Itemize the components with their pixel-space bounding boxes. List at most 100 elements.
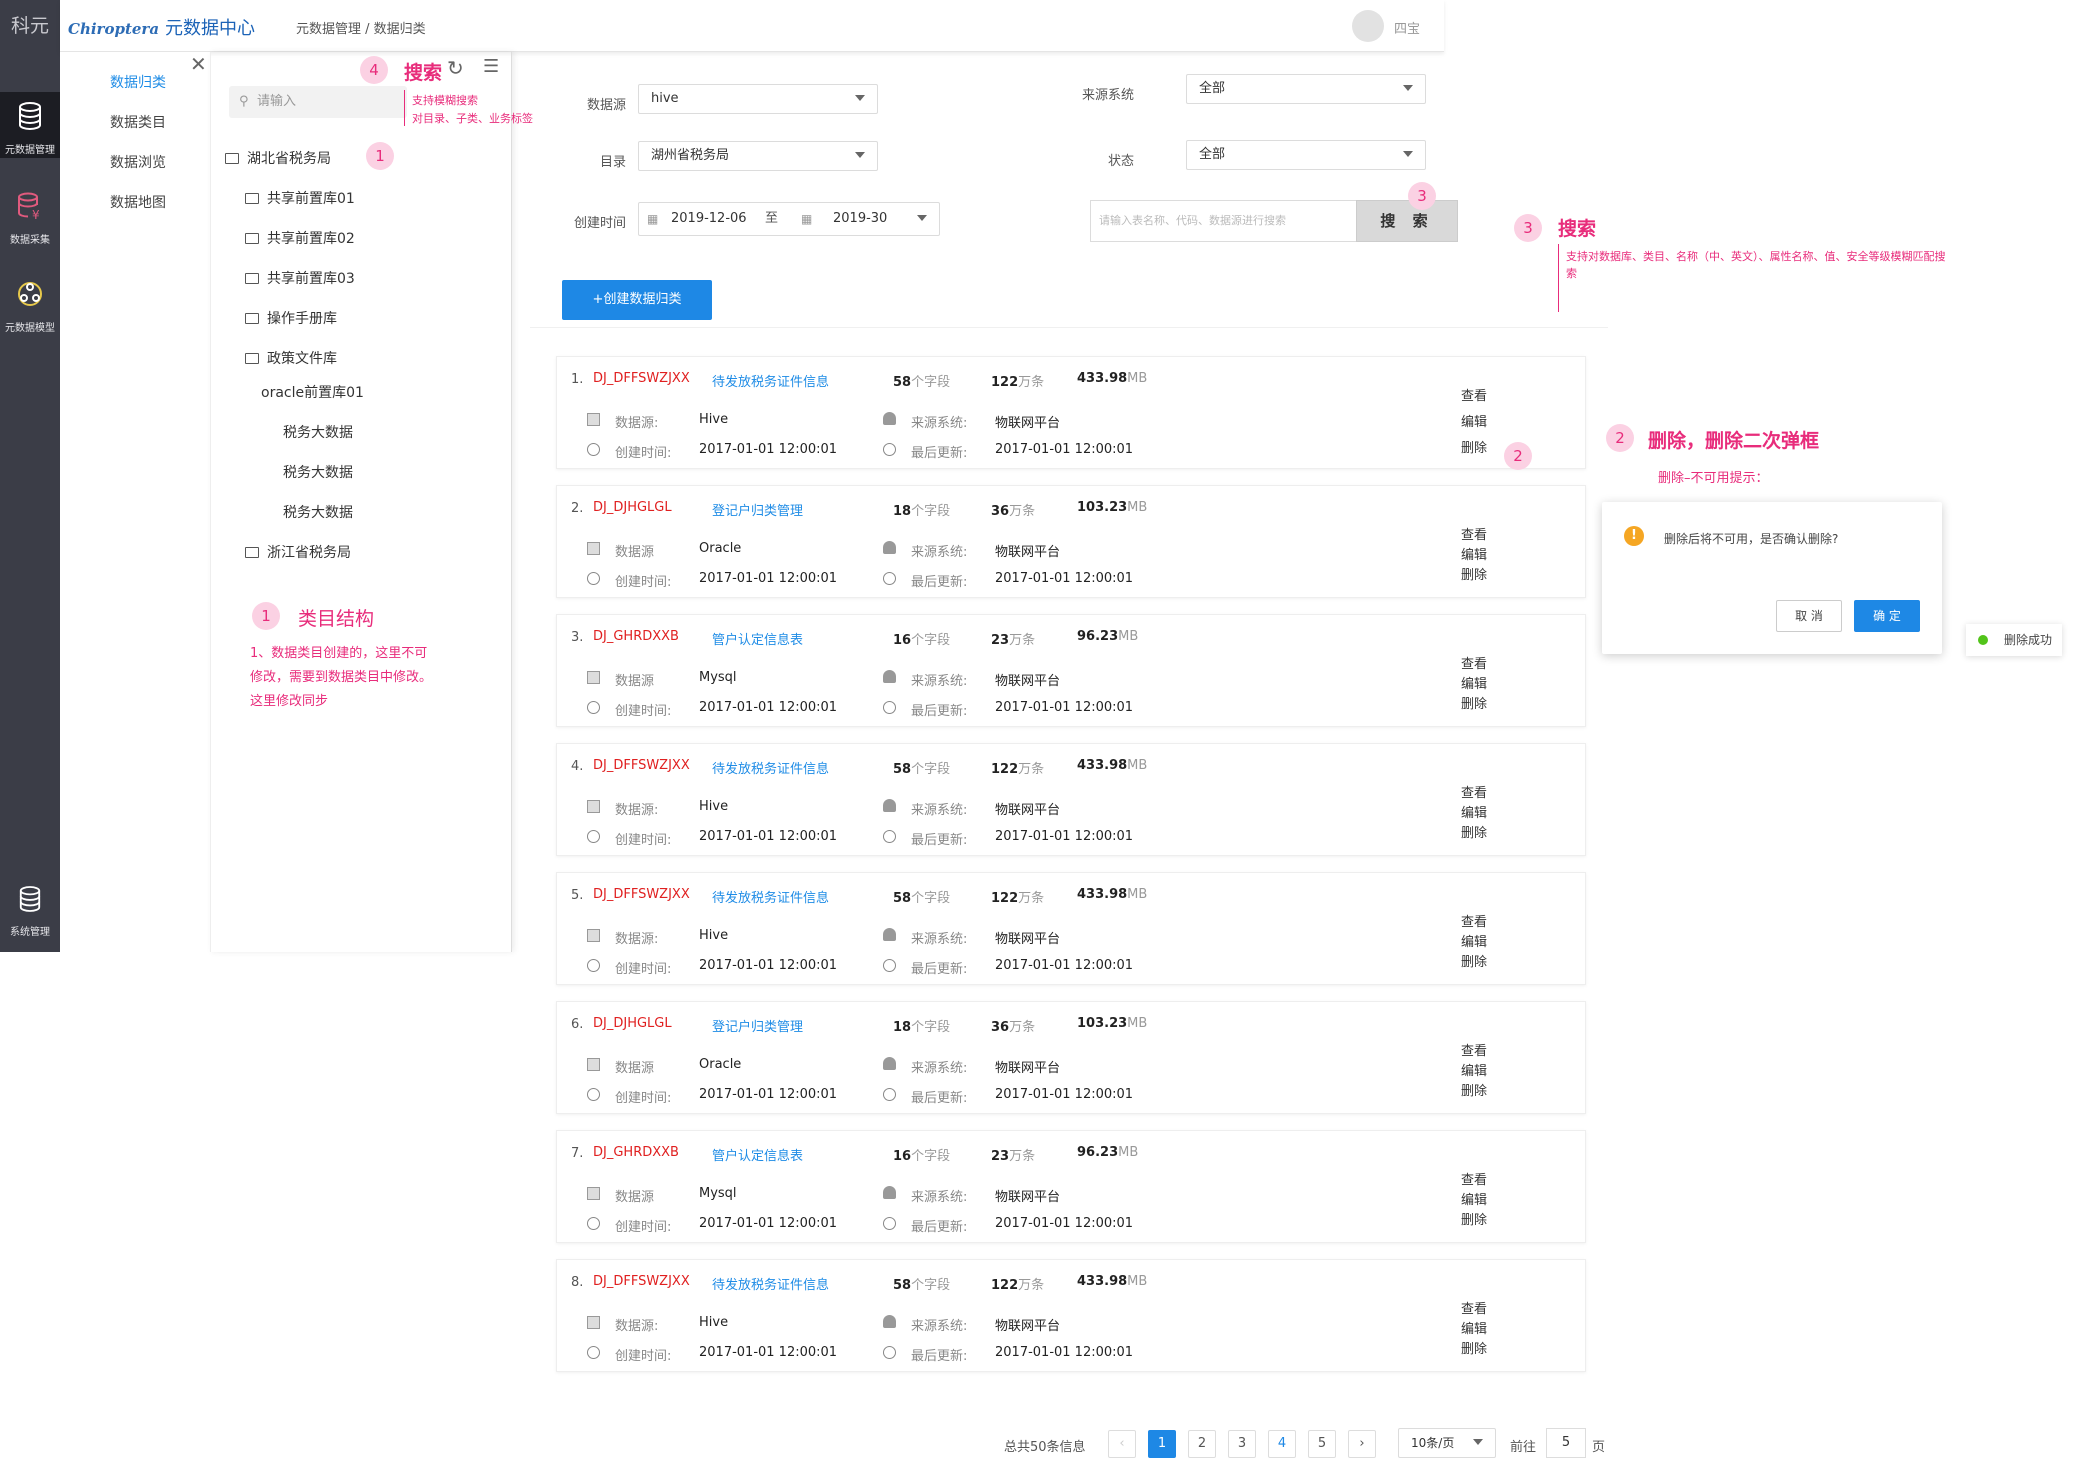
refresh-icon[interactable]: ↻	[447, 56, 464, 80]
username[interactable]: 四宝	[1394, 18, 1420, 37]
rail-item-metadata[interactable]: 元数据管理	[0, 92, 60, 158]
menu-item-browse[interactable]: 数据浏览	[110, 152, 166, 172]
tree-node[interactable]: 政策文件库	[245, 348, 337, 368]
edit-button[interactable]: 编辑	[1461, 1318, 1487, 1337]
tree-node[interactable]: 共享前置库03	[245, 268, 355, 288]
record-name[interactable]: 登记户归类管理	[712, 1016, 803, 1035]
record-code[interactable]: DJ_GHRDXXB	[593, 1145, 679, 1160]
collapse-icon[interactable]: ☰	[483, 56, 499, 77]
record-index: 5.	[571, 888, 584, 903]
tree-node[interactable]: 税务大数据	[283, 462, 353, 482]
delete-button[interactable]: 删除	[1461, 437, 1487, 456]
rows-count: 36	[991, 504, 1010, 519]
menu-item-category[interactable]: 数据类目	[110, 112, 166, 132]
date-range-picker[interactable]: ▦ 2019-12-06 至 ▦ 2019-30	[638, 202, 940, 236]
view-button[interactable]: 查看	[1461, 1169, 1487, 1188]
page-5[interactable]: 5	[1308, 1430, 1336, 1458]
edit-button[interactable]: 编辑	[1461, 1060, 1487, 1079]
tree-search-input[interactable]: ⚲ 请输入	[229, 86, 407, 118]
catalog-select[interactable]: 湖州省税务局	[638, 141, 878, 171]
prev-page-button[interactable]: ‹	[1108, 1430, 1136, 1458]
page-size-select[interactable]: 10条/页	[1398, 1428, 1496, 1458]
delete-button[interactable]: 删除	[1461, 1209, 1487, 1228]
clock-icon	[587, 1088, 600, 1101]
page-4[interactable]: 4	[1268, 1430, 1296, 1458]
status-select[interactable]: 全部	[1186, 140, 1426, 170]
confirm-button[interactable]: 确 定	[1854, 600, 1920, 632]
avatar[interactable]	[1352, 10, 1384, 42]
date-to[interactable]: 2019-30	[833, 203, 887, 235]
edit-button[interactable]: 编辑	[1461, 411, 1487, 430]
delete-button[interactable]: 删除	[1461, 822, 1487, 841]
record-name[interactable]: 待发放税务证件信息	[712, 1274, 829, 1293]
updated-value: 2017-01-01 12:00:01	[995, 958, 1134, 973]
rail-item-model[interactable]: 元数据模型	[0, 270, 60, 336]
search-button[interactable]: 搜 索	[1356, 200, 1458, 242]
menu-item-map[interactable]: 数据地图	[110, 192, 166, 212]
edit-button[interactable]: 编辑	[1461, 931, 1487, 950]
delete-button[interactable]: 删除	[1461, 564, 1487, 583]
edit-button[interactable]: 编辑	[1461, 802, 1487, 821]
close-icon[interactable]: ✕	[190, 52, 207, 76]
updated-value: 2017-01-01 12:00:01	[995, 1216, 1134, 1231]
record-code[interactable]: DJ_DFFSWZJXX	[593, 1274, 690, 1289]
record-name[interactable]: 待发放税务证件信息	[712, 758, 829, 777]
brand: Chiroptera 元数据中心	[68, 14, 255, 40]
record-name[interactable]: 待发放税务证件信息	[712, 887, 829, 906]
delete-button[interactable]: 删除	[1461, 693, 1487, 712]
source-system-select[interactable]: 全部	[1186, 74, 1426, 104]
record-code[interactable]: DJ_DJHGLGL	[593, 1016, 672, 1031]
rail-item-system[interactable]: 系统管理	[0, 876, 60, 942]
created-label: 创建时间:	[615, 833, 672, 848]
goto-page-input[interactable]: 5	[1546, 1428, 1586, 1458]
view-button[interactable]: 查看	[1461, 653, 1487, 672]
record-name[interactable]: 登记户归类管理	[712, 500, 803, 519]
menu-item-classify[interactable]: 数据归类	[110, 72, 166, 92]
annotation-text-3: 支持对数据库、类目、名称（中、英文）、属性名称、值、安全等级模糊匹配搜索	[1566, 250, 1946, 280]
view-button[interactable]: 查看	[1461, 911, 1487, 930]
datasource-select[interactable]: hive	[638, 84, 878, 114]
calendar-icon: ▦	[647, 212, 659, 226]
page-1[interactable]: 1	[1148, 1430, 1176, 1458]
record-code[interactable]: DJ_GHRDXXB	[593, 629, 679, 644]
view-button[interactable]: 查看	[1461, 524, 1487, 543]
view-button[interactable]: 查看	[1461, 782, 1487, 801]
record-code[interactable]: DJ_DJHGLGL	[593, 500, 672, 515]
record-name[interactable]: 待发放税务证件信息	[712, 371, 829, 390]
tree-node[interactable]: 共享前置库01	[245, 188, 355, 208]
tree-node[interactable]: oracle前置库01	[261, 382, 364, 402]
view-button[interactable]: 查看	[1461, 1298, 1487, 1317]
rail-item-collect[interactable]: ¥ 数据采集	[0, 182, 60, 248]
cancel-button[interactable]: 取 消	[1776, 600, 1842, 632]
record-code[interactable]: DJ_DFFSWZJXX	[593, 371, 690, 386]
size-unit: MB	[1118, 629, 1139, 644]
datasource-value: Hive	[699, 799, 729, 814]
view-button[interactable]: 查看	[1461, 1040, 1487, 1059]
page-3[interactable]: 3	[1228, 1430, 1256, 1458]
record-code[interactable]: DJ_DFFSWZJXX	[593, 887, 690, 902]
delete-button[interactable]: 删除	[1461, 1080, 1487, 1099]
date-from[interactable]: 2019-12-06	[671, 203, 747, 235]
delete-button[interactable]: 删除	[1461, 1338, 1487, 1357]
tree-node[interactable]: 操作手册库	[245, 308, 337, 328]
record-name[interactable]: 管户认定信息表	[712, 629, 803, 648]
search-input[interactable]: 请输入表名称、代码、数据源进行搜索	[1090, 200, 1358, 242]
record-code[interactable]: DJ_DFFSWZJXX	[593, 758, 690, 773]
edit-button[interactable]: 编辑	[1461, 673, 1487, 692]
record-name[interactable]: 管户认定信息表	[712, 1145, 803, 1164]
datasource-label: 数据源:	[615, 1319, 659, 1334]
record-card: 7. DJ_GHRDXXB 管户认定信息表 16个字段 23万条 96.23MB 数据源 My…	[556, 1130, 1586, 1243]
tree-node[interactable]: 湖北省税务局	[225, 148, 331, 168]
view-button[interactable]: 查看	[1461, 385, 1487, 404]
tree-node[interactable]: 共享前置库02	[245, 228, 355, 248]
clock-icon	[587, 701, 600, 714]
edit-button[interactable]: 编辑	[1461, 544, 1487, 563]
tree-node[interactable]: 浙江省税务局	[245, 542, 351, 562]
tree-node[interactable]: 税务大数据	[283, 422, 353, 442]
delete-button[interactable]: 删除	[1461, 951, 1487, 970]
edit-button[interactable]: 编辑	[1461, 1189, 1487, 1208]
tree-node[interactable]: 税务大数据	[283, 502, 353, 522]
create-classify-button[interactable]: +创建数据归类	[562, 280, 712, 320]
page-2[interactable]: 2	[1188, 1430, 1216, 1458]
next-page-button[interactable]: ›	[1348, 1430, 1376, 1458]
